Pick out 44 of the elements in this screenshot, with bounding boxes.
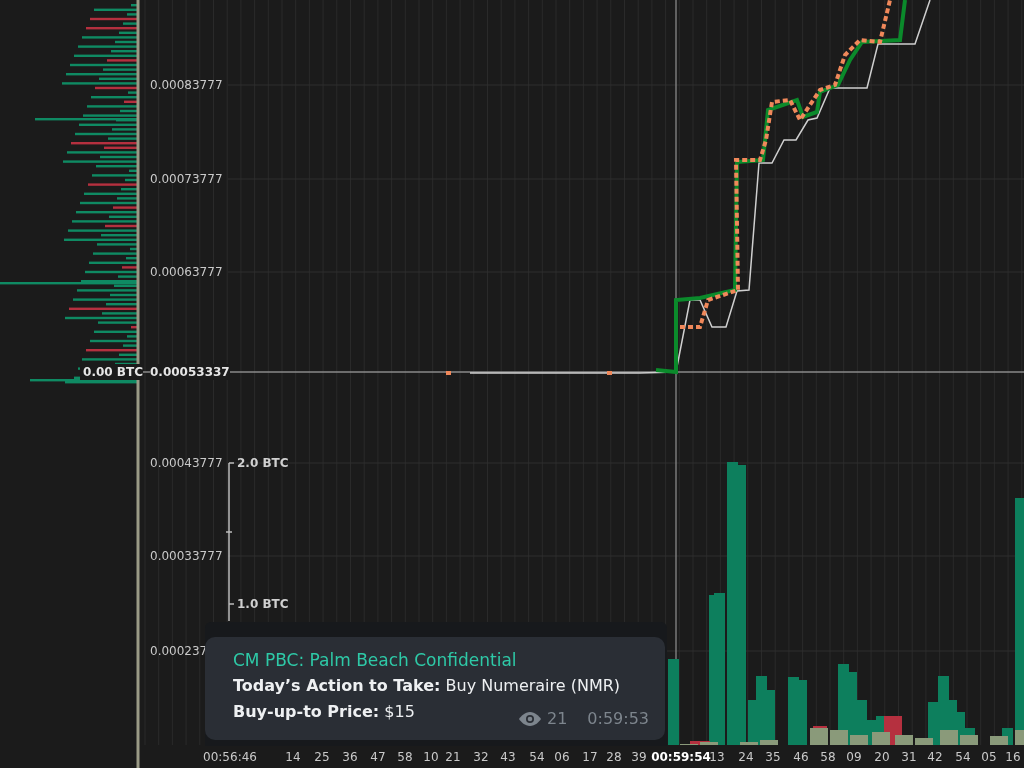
time-axis-label: 00:56:46 — [203, 749, 257, 765]
time-axis-label: 47 — [370, 749, 386, 765]
time-axis-label: 20 — [874, 749, 890, 765]
time-axis-label: 39 — [631, 749, 647, 765]
price-axis-label: 0.00083777 — [150, 77, 223, 93]
time-axis-label: 28 — [606, 749, 622, 765]
time-axis-label: 17 — [582, 749, 598, 765]
price-axis-label: 0.000237 — [150, 643, 208, 659]
price-axis-label: 0.00073777 — [150, 171, 223, 187]
price-axis-label: 0.00043777 — [150, 455, 223, 471]
time-axis-label: 58 — [397, 749, 413, 765]
volume-axis-label: 1.0 BTC — [237, 596, 289, 612]
time-axis-label: 13 — [709, 749, 725, 765]
time-axis-label: 43 — [500, 749, 516, 765]
time-axis-label: 35 — [765, 749, 781, 765]
time-axis-label: 31 — [901, 749, 917, 765]
time-axis-label: 42 — [927, 749, 943, 765]
view-count: 21 — [546, 709, 568, 728]
time-axis-label: 10 — [423, 749, 439, 765]
time-axis-label: 05 — [981, 749, 997, 765]
time-axis-label: 09 — [846, 749, 862, 765]
time-axis-label: 24 — [738, 749, 754, 765]
time-axis-label: 25 — [314, 749, 330, 765]
eye-icon — [518, 711, 541, 726]
time-axis-label: 06 — [554, 749, 570, 765]
time-axis-label: 14 — [285, 749, 301, 765]
time-axis-label: 36 — [342, 749, 358, 765]
time-axis-label: 58 — [820, 749, 836, 765]
price-axis-label: 0.00063777 — [150, 264, 223, 280]
volume-axis-label: 2.0 BTC — [237, 455, 289, 471]
message-line: Today’s Action to Take: Buy Numeraire (NMR) — [233, 675, 621, 697]
current-price-label: 0.00053337 — [150, 364, 230, 380]
message-time: 0:59:53 — [587, 709, 649, 728]
message-line: Buy-up-to Price: $15 — [233, 701, 415, 723]
time-axis-label: 54 — [529, 749, 545, 765]
time-axis-label: 16 — [1005, 749, 1021, 765]
time-axis-label: 46 — [793, 749, 809, 765]
price-axis-label: 0.00033777 — [150, 548, 223, 564]
time-axis-label: 21 — [445, 749, 461, 765]
time-axis-label: 54 — [955, 749, 971, 765]
depth-total-label: 0.00 BTC — [80, 364, 143, 380]
time-axis-label: 32 — [473, 749, 489, 765]
channel-name[interactable]: CM PBC: Palm Beach Confidential — [233, 647, 651, 673]
current-time-label: 00:59:54 — [651, 749, 711, 765]
